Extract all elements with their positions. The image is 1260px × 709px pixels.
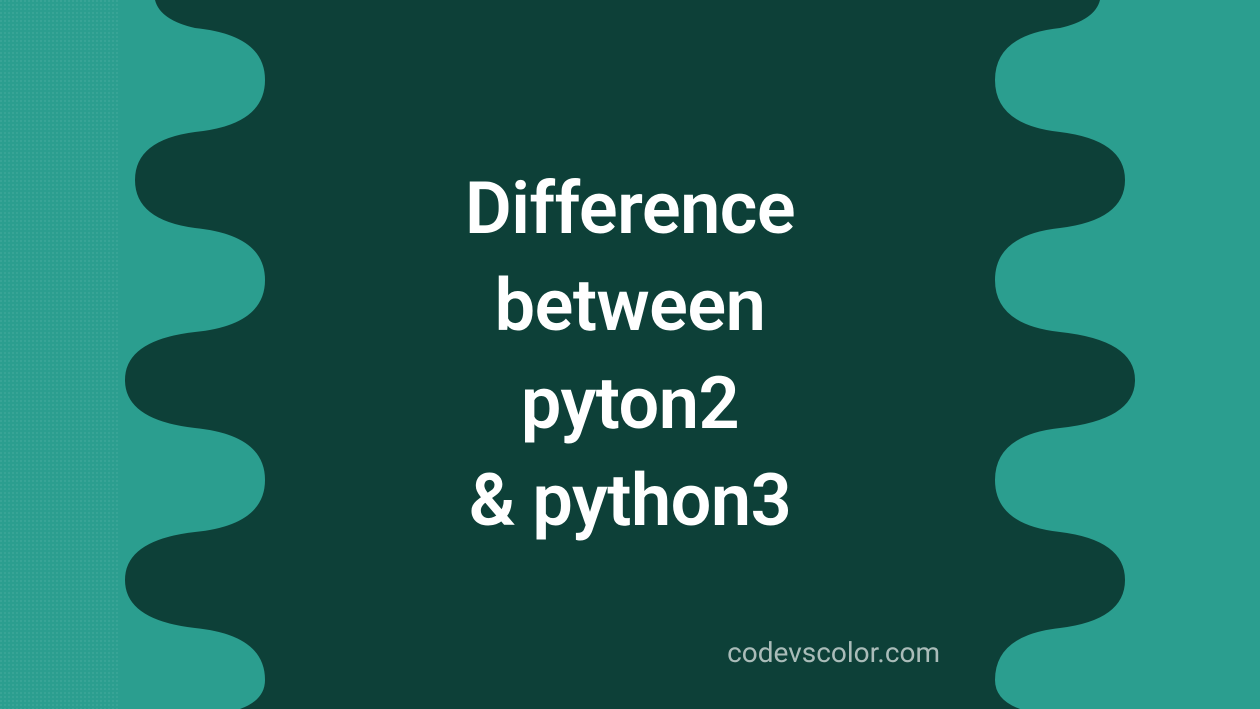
title-line-4: & python3 [469,458,792,543]
title-line-2: between [495,263,766,348]
content-area: Difference between pyton2 & python3 [0,0,1260,709]
banner-title: Difference between pyton2 & python3 [465,160,795,549]
watermark-text: codevscolor.com [727,636,940,669]
banner-container: Difference between pyton2 & python3 code… [0,0,1260,709]
title-line-3: pyton2 [521,361,739,446]
title-line-1: Difference [465,166,795,251]
